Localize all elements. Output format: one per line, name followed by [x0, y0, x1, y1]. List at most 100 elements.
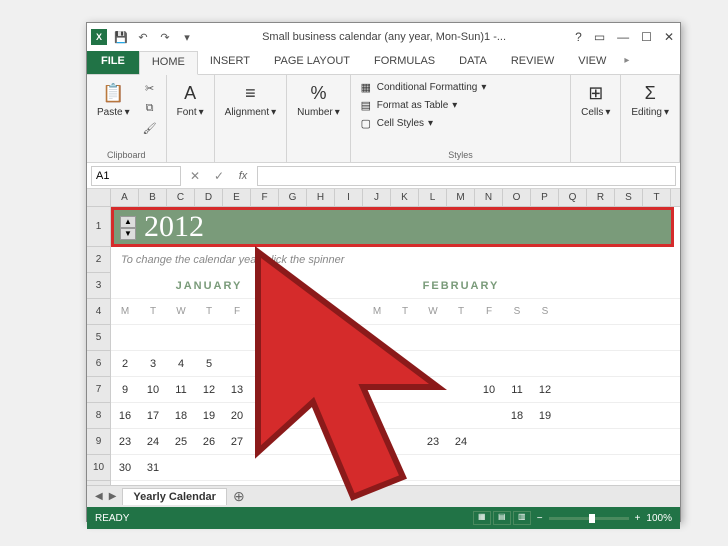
spinner-down-icon[interactable]: ▼ — [120, 228, 136, 240]
formulas-tab[interactable]: FORMULAS — [362, 51, 447, 74]
chevron-down-icon: ▾ — [452, 100, 457, 111]
col-header[interactable]: H — [307, 189, 335, 206]
page-break-view-icon[interactable]: ▥ — [513, 511, 531, 525]
number-button[interactable]: % Number▾ — [293, 79, 344, 120]
cells-button[interactable]: ⊞ Cells▾ — [577, 79, 614, 120]
col-header[interactable]: R — [587, 189, 615, 206]
col-header[interactable]: Q — [559, 189, 587, 206]
fx-icon[interactable]: fx — [233, 166, 253, 186]
day-header: 12 — [195, 384, 223, 396]
conditional-formatting-button[interactable]: ▦Conditional Formatting▾ — [357, 79, 564, 95]
chevron-down-icon: ▾ — [271, 107, 276, 118]
col-header[interactable]: L — [419, 189, 447, 206]
month-header-jan: JANUARY — [111, 280, 307, 292]
new-sheet-icon[interactable]: ⊕ — [233, 488, 245, 505]
day-header: 29 — [363, 462, 391, 474]
day-header: 2 — [111, 358, 139, 370]
save-icon[interactable]: 💾 — [113, 29, 129, 45]
chevron-down-icon: ▾ — [428, 118, 433, 129]
row-header[interactable]: 5 — [87, 325, 111, 351]
close-icon[interactable]: ✕ — [662, 30, 676, 44]
qat-dropdown-icon[interactable]: ▾ — [179, 29, 195, 45]
page-layout-view-icon[interactable]: ▤ — [493, 511, 511, 525]
col-header[interactable]: I — [335, 189, 363, 206]
col-header[interactable]: G — [279, 189, 307, 206]
editing-button[interactable]: Σ Editing▾ — [627, 79, 673, 120]
row-header[interactable]: 9 — [87, 429, 111, 455]
redo-icon[interactable]: ↷ — [157, 29, 173, 45]
col-header[interactable]: F — [251, 189, 279, 206]
cell-styles-button[interactable]: ▢Cell Styles▾ — [357, 115, 564, 131]
row-header[interactable]: 3 — [87, 273, 111, 299]
copy-icon[interactable]: ⧉ — [140, 99, 160, 117]
undo-icon[interactable]: ↶ — [135, 29, 151, 45]
paste-button[interactable]: 📋 Paste▾ — [93, 79, 134, 120]
font-button[interactable]: A Font▾ — [173, 79, 208, 120]
data-tab[interactable]: DATA — [447, 51, 499, 74]
ribbon-options-icon[interactable]: ▭ — [592, 30, 607, 44]
insert-tab[interactable]: INSERT — [198, 51, 262, 74]
col-header[interactable]: T — [643, 189, 671, 206]
format-painter-icon[interactable]: 🖌 — [140, 119, 160, 137]
select-all-corner[interactable] — [87, 189, 111, 206]
col-header[interactable]: K — [391, 189, 419, 206]
day-header: 23 — [419, 436, 447, 448]
window-title: Small business calendar (any year, Mon-S… — [195, 31, 573, 43]
tab-nav-prev-icon[interactable]: ◀ — [95, 491, 103, 502]
sheet-tab[interactable]: Yearly Calendar — [122, 488, 227, 505]
col-header[interactable]: E — [223, 189, 251, 206]
format-as-table-button[interactable]: ▤Format as Table▾ — [357, 97, 564, 113]
row-header[interactable]: 6 — [87, 351, 111, 377]
day-header: W — [167, 306, 195, 317]
col-header[interactable]: P — [531, 189, 559, 206]
review-tab[interactable]: REVIEW — [499, 51, 566, 74]
year-cell[interactable]: ▲ ▼ 2012 — [111, 207, 674, 247]
zoom-in-icon[interactable]: + — [635, 513, 641, 524]
enter-icon[interactable]: ✓ — [209, 166, 229, 186]
col-header[interactable]: D — [195, 189, 223, 206]
row-header[interactable]: 10 — [87, 455, 111, 481]
month-header-feb: FEBRUARY — [363, 280, 559, 292]
tab-nav-next-icon[interactable]: ▶ — [109, 491, 117, 502]
col-header[interactable]: O — [503, 189, 531, 206]
minimize-icon[interactable]: — — [615, 30, 631, 44]
formula-input[interactable] — [257, 166, 676, 186]
row-header[interactable]: 4 — [87, 299, 111, 325]
chevron-down-icon: ▾ — [199, 107, 204, 118]
col-header[interactable]: A — [111, 189, 139, 206]
help-icon[interactable]: ? — [573, 30, 584, 44]
zoom-out-icon[interactable]: − — [537, 513, 543, 524]
zoom-slider[interactable] — [549, 517, 629, 520]
col-header[interactable]: N — [475, 189, 503, 206]
cancel-icon[interactable]: ✕ — [185, 166, 205, 186]
col-header[interactable]: S — [615, 189, 643, 206]
home-tab[interactable]: HOME — [139, 51, 198, 75]
name-box[interactable] — [91, 166, 181, 186]
day-header: 11 — [503, 384, 531, 396]
spinner-up-icon[interactable]: ▲ — [120, 216, 136, 228]
view-tab[interactable]: VIEW — [566, 51, 618, 74]
alignment-button[interactable]: ≡ Alignment▾ — [221, 79, 281, 120]
row-header[interactable]: 1 — [87, 207, 111, 247]
col-header[interactable]: M — [447, 189, 475, 206]
normal-view-icon[interactable]: ▦ — [473, 511, 491, 525]
col-header[interactable]: J — [363, 189, 391, 206]
col-header[interactable]: B — [139, 189, 167, 206]
file-tab[interactable]: FILE — [87, 51, 139, 74]
row-header[interactable]: 2 — [87, 247, 111, 273]
cells-region[interactable]: ▲ ▼ 2012 To change the calendar year, cl… — [111, 207, 680, 485]
row-header[interactable]: 11 — [87, 481, 111, 485]
col-header[interactable]: C — [167, 189, 195, 206]
day-header: T — [447, 306, 475, 317]
year-value: 2012 — [144, 210, 204, 244]
day-header: 23 — [111, 436, 139, 448]
worksheet[interactable]: A B C D E F G H I J K L M N O P Q R S T … — [87, 189, 680, 485]
year-spinner[interactable]: ▲ ▼ — [120, 216, 136, 240]
page-layout-tab[interactable]: PAGE LAYOUT — [262, 51, 362, 74]
day-header: 10 — [475, 384, 503, 396]
row-header[interactable]: 8 — [87, 403, 111, 429]
maximize-icon[interactable]: ☐ — [639, 30, 654, 44]
row-header[interactable]: 7 — [87, 377, 111, 403]
cut-icon[interactable]: ✂ — [140, 79, 160, 97]
tab-scroll-icon[interactable]: ▸ — [618, 51, 635, 74]
